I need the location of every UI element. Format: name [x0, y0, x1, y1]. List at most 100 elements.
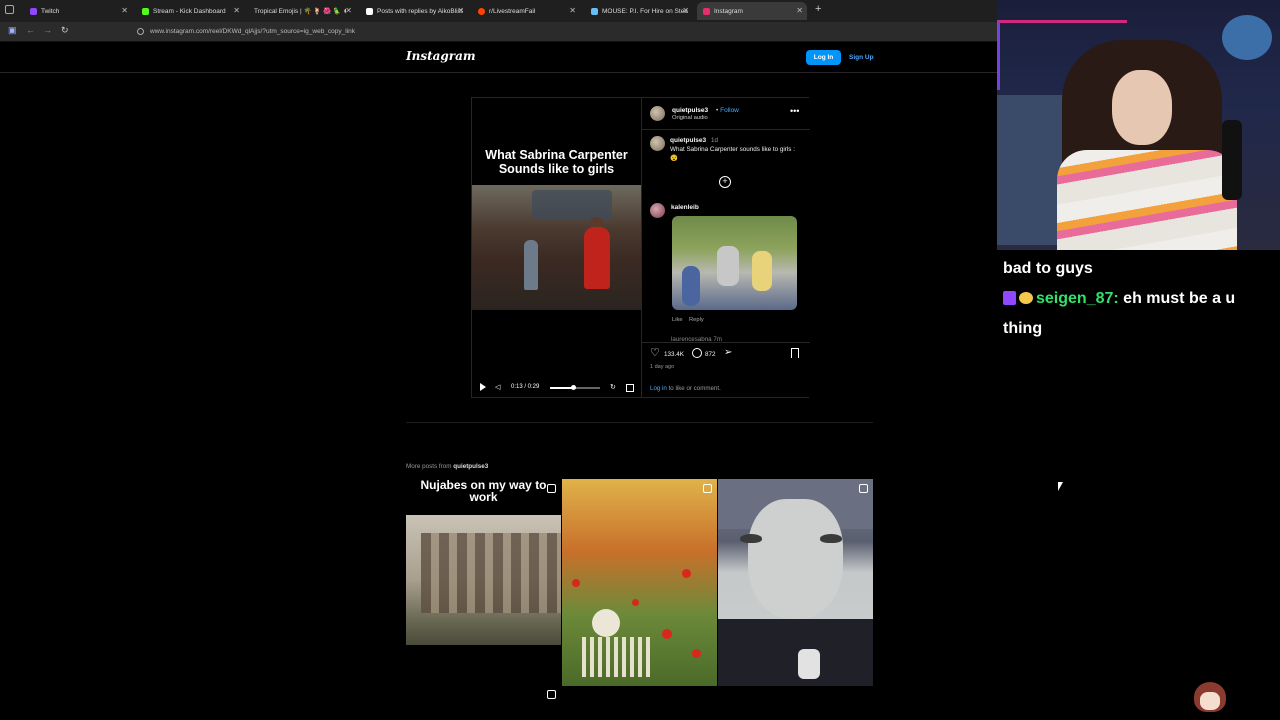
likes-count: 133.4K	[664, 351, 684, 358]
close-icon[interactable]: ✕	[796, 6, 803, 15]
seek-bar-fill	[550, 387, 573, 389]
login-prompt: Log in to like or comment.	[650, 385, 721, 392]
close-icon[interactable]: ✕	[569, 6, 576, 15]
sign-up-link[interactable]: Sign Up	[849, 50, 874, 65]
kick-icon	[142, 7, 149, 15]
commenter-avatar[interactable]	[650, 203, 665, 218]
follow-label: Follow	[720, 107, 739, 114]
grid-post-photo	[406, 515, 561, 645]
comment-icon[interactable]	[692, 348, 702, 358]
caption-text: What Sabrina Carpenter sounds like to gi…	[670, 146, 795, 162]
more-posts-username[interactable]: quietpulse3	[453, 463, 488, 470]
reel-post: What Sabrina Carpenter Sounds like to gi…	[471, 97, 810, 398]
post-date: 1 day ago	[650, 364, 675, 370]
follow-button[interactable]: • Follow	[716, 107, 739, 114]
tab-steam[interactable]: MOUSE: P.I. For Hire on Steam ✕	[585, 2, 693, 20]
audio-link[interactable]: Original audio	[672, 115, 708, 121]
tab-kick-dashboard[interactable]: Stream - Kick Dashboard ✕	[136, 2, 244, 20]
window-menu-icon[interactable]	[5, 5, 14, 14]
forward-icon[interactable]: →	[43, 25, 52, 35]
comments-count: 872	[705, 351, 716, 358]
webcam-feed	[997, 0, 1280, 250]
author-avatar[interactable]	[650, 106, 665, 121]
cheer-badge-icon	[1019, 292, 1033, 304]
grid-post[interactable]	[562, 479, 717, 686]
sidebar-toggle-icon[interactable]: ▣	[8, 25, 17, 36]
instagram-header: Instagram Log In Sign Up	[0, 43, 997, 73]
heart-icon[interactable]: ♡	[650, 348, 660, 359]
login-prompt-text: to like or comment.	[666, 385, 721, 392]
new-tab-button[interactable]: +	[815, 3, 821, 15]
seek-bar[interactable]	[550, 385, 600, 390]
address-bar: ▣ ← → ↻ www.instagram.com/reel/DKWd_qlAj…	[0, 22, 997, 42]
share-icon[interactable]: ➢	[724, 347, 732, 358]
load-more-comments-icon[interactable]: +	[719, 176, 731, 188]
site-info-icon[interactable]	[137, 28, 144, 35]
close-icon[interactable]: ✕	[345, 6, 352, 15]
reel-video[interactable]: What Sabrina Carpenter Sounds like to gi…	[472, 98, 641, 397]
stream-overlay: bad to guys seigen_87: eh must be a u th…	[997, 0, 1280, 720]
fullscreen-icon[interactable]	[626, 384, 634, 392]
close-icon[interactable]: ✕	[457, 6, 464, 15]
tab-twitch[interactable]: Twitch ✕	[24, 2, 132, 20]
steam-icon	[591, 7, 598, 15]
caption-age: 1d	[711, 137, 718, 144]
tab-x-posts[interactable]: Posts with replies by AikoBliss | ✕	[360, 2, 468, 20]
log-in-link[interactable]: Log in	[650, 385, 667, 392]
more-options-icon[interactable]: •••	[790, 106, 799, 116]
post-side-panel: quietpulse3 • Follow Original audio ••• …	[641, 98, 810, 397]
x-icon	[366, 7, 373, 15]
caption-username[interactable]: quietpulse3	[670, 137, 706, 144]
divider	[642, 129, 810, 130]
url-field[interactable]: www.instagram.com/reel/DKWd_qlAjjs/?utm_…	[133, 25, 997, 39]
tab-label: r/LivestreamFail	[489, 7, 536, 15]
more-posts-heading: More posts from quietpulse3	[406, 463, 488, 470]
comment-image	[672, 216, 797, 310]
reel-icon	[547, 690, 556, 699]
author-username[interactable]: quietpulse3	[672, 107, 708, 114]
video-time: 0:13 / 0:29	[511, 384, 540, 390]
tab-livestreamfail[interactable]: r/LivestreamFail ✕	[472, 2, 580, 20]
comment-like-button[interactable]: Like	[672, 317, 683, 323]
replay-icon[interactable]: ↻	[610, 383, 616, 391]
comment-reply-button[interactable]: Reply	[689, 317, 704, 323]
tab-label: Twitch	[41, 7, 60, 15]
grid-post-caption: Nujabes on my way to work	[420, 479, 547, 504]
grid-post[interactable]: Nujabes on my way to work	[406, 479, 561, 686]
tab-label: Stream - Kick Dashboard	[153, 7, 226, 15]
play-icon[interactable]	[480, 383, 486, 391]
grid-post[interactable]	[406, 686, 561, 720]
tab-label: Instagram	[714, 7, 743, 15]
back-icon[interactable]: ←	[26, 25, 35, 35]
chat-message: bad to guys	[1003, 260, 1093, 277]
reel-icon	[703, 484, 712, 493]
chat-username: seigen_87:	[1036, 290, 1119, 307]
next-comment-age: 7m	[713, 336, 722, 341]
instagram-logo[interactable]: Instagram	[406, 49, 476, 63]
grid-post[interactable]	[718, 479, 873, 686]
chat-overlay: bad to guys seigen_87: eh must be a u th…	[1003, 254, 1275, 344]
next-comment-username[interactable]: laurencesabna	[671, 336, 712, 341]
chibi-mascot-icon	[1190, 678, 1230, 720]
skeleton-image	[592, 609, 620, 637]
tab-label: MOUSE: P.I. For Hire on Steam	[602, 7, 688, 15]
caption-avatar[interactable]	[650, 136, 665, 151]
log-in-button[interactable]: Log In	[806, 50, 841, 65]
reddit-icon	[478, 7, 485, 15]
comment-username[interactable]: kalenleib	[671, 204, 699, 211]
chat-message: seigen_87: eh must be a u thing	[1003, 284, 1275, 344]
url-text: www.instagram.com/reel/DKWd_qlAjjs/?utm_…	[150, 28, 356, 35]
tab-tropical-emojis[interactable]: Tropical Emojis | 🌴 🍹 🌺 🦜 🥥 🌴 ✕	[248, 2, 356, 20]
bookmark-icon[interactable]	[791, 348, 799, 358]
divider	[642, 342, 810, 343]
close-icon[interactable]: ✕	[233, 6, 240, 15]
video-controls: ◁ 0:13 / 0:29 ↻	[472, 383, 641, 395]
close-icon[interactable]: ✕	[121, 6, 128, 15]
close-icon[interactable]: ✕	[682, 6, 689, 15]
video-caption: What Sabrina Carpenter Sounds like to gi…	[485, 148, 628, 176]
volume-icon[interactable]: ◁	[495, 383, 500, 391]
divider	[406, 422, 873, 423]
reload-icon[interactable]: ↻	[61, 25, 69, 36]
tab-instagram[interactable]: Instagram ✕	[697, 2, 807, 20]
seek-bar-handle[interactable]	[570, 385, 576, 390]
